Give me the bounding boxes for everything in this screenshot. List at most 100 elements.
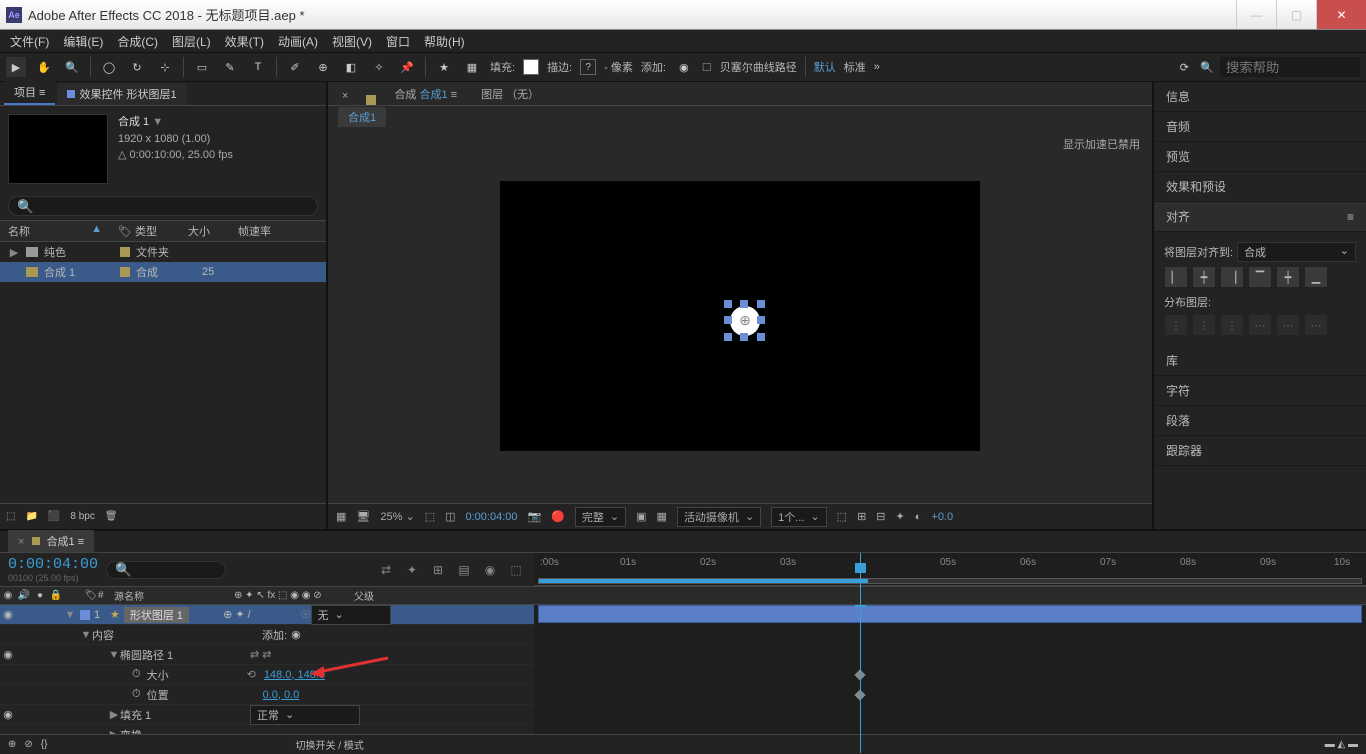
menu-file[interactable]: 文件(F)	[4, 31, 55, 52]
stroke-width[interactable]: - 像素	[604, 59, 633, 75]
new-comp-icon[interactable]: ⬛	[48, 511, 60, 522]
solo-col-icon[interactable]: ●	[32, 590, 48, 601]
tl-icon-6[interactable]: ⬚	[506, 560, 526, 580]
new-folder-icon[interactable]: 📁	[25, 511, 37, 522]
timeline-tab-comp1[interactable]: × 合成1 ≡	[8, 530, 94, 552]
composition-view[interactable]: ⊕	[500, 181, 980, 451]
tl-icon-3[interactable]: ⊞	[428, 560, 448, 580]
menu-help[interactable]: 帮助(H)	[418, 31, 471, 52]
view2-icon[interactable]: ⊞	[857, 510, 866, 523]
workspace-standard[interactable]: 标准	[844, 59, 866, 75]
view3-icon[interactable]: ⊟	[876, 510, 885, 523]
grid-icon[interactable]: ▦	[462, 57, 482, 77]
tl-footer-icon2[interactable]: ⊘	[24, 739, 32, 750]
lock-col-icon[interactable]: 🔒	[48, 590, 64, 601]
stopwatch-pos-icon[interactable]: ⏱	[132, 688, 141, 701]
view4-icon[interactable]: ✦	[896, 510, 905, 523]
bpc-toggle[interactable]: 8 bpc	[70, 511, 94, 522]
timecode-display[interactable]: 0:00:04:00	[466, 511, 518, 523]
speaker-col-icon[interactable]: 🔊	[16, 590, 32, 601]
viewer-tab-x[interactable]: ×	[336, 87, 354, 105]
panel-align[interactable]: 对齐≡	[1154, 202, 1366, 232]
pen-tool-icon[interactable]: ✎	[220, 57, 240, 77]
parent-dropdown[interactable]: 无⌄	[311, 605, 391, 625]
puppet-tool-icon[interactable]: 📌	[397, 57, 417, 77]
layer-bar-shape1[interactable]	[538, 605, 1362, 623]
align-right-icon[interactable]: ▕	[1220, 266, 1244, 288]
hand-tool-icon[interactable]: ✋	[34, 57, 54, 77]
rotate-tool-icon[interactable]: ↻	[127, 57, 147, 77]
fill-swatch[interactable]	[523, 59, 539, 75]
menu-view[interactable]: 视图(V)	[326, 31, 378, 52]
clone-tool-icon[interactable]: ⊕	[313, 57, 333, 77]
resolution-dropdown[interactable]: 完整⌄	[575, 507, 626, 527]
tab-effect-controls[interactable]: 效果控件 形状图层1	[57, 83, 186, 105]
time-ruler[interactable]: :00s 01s 02s 03s 05s 06s 07s 08s 09s 10s	[534, 553, 1366, 586]
current-timecode[interactable]: 0:00:04:00	[8, 556, 98, 573]
timeline-tracks[interactable]	[534, 605, 1366, 734]
tl-icon-2[interactable]: ✦	[402, 560, 422, 580]
eye-icon[interactable]: ◉	[0, 608, 16, 621]
exposure-value[interactable]: +0.0	[931, 511, 953, 523]
tl-icon-5[interactable]: ◉	[480, 560, 500, 580]
zoom-tool-icon[interactable]: 🔍	[62, 57, 82, 77]
zoom-dropdown[interactable]: 25% ⌄	[380, 510, 414, 523]
panel-paragraph[interactable]: 段落	[1154, 406, 1366, 436]
prop-fill[interactable]: ◉▶ 填充 1 正常⌄	[0, 705, 534, 725]
panel-preview[interactable]: 预览	[1154, 142, 1366, 172]
display-icon[interactable]: 🖥	[356, 510, 370, 523]
twirl-layer[interactable]: ▼	[64, 609, 76, 621]
toggle-switches[interactable]: 切换开关 / 模式	[295, 737, 363, 752]
close-button[interactable]: ✕	[1316, 0, 1366, 29]
menu-layer[interactable]: 图层(L)	[166, 31, 217, 52]
tl-footer-icon1[interactable]: ⊕	[8, 739, 16, 750]
transparency-icon[interactable]: ▦	[657, 510, 667, 523]
camera-dropdown[interactable]: 活动摄像机⌄	[677, 507, 761, 527]
align-to-dropdown[interactable]: 合成⌄	[1237, 242, 1356, 262]
comp-thumbnail[interactable]	[8, 114, 108, 184]
prop-position[interactable]: ⏱ 位置 0.0, 0.0	[0, 685, 534, 705]
views-dropdown[interactable]: 1个...⌄	[771, 507, 827, 527]
menu-composition[interactable]: 合成(C)	[111, 31, 164, 52]
channel-icon[interactable]: 🔴	[551, 510, 565, 523]
viewer-tab-layer[interactable]: 图层 （无）	[475, 83, 545, 105]
menu-window[interactable]: 窗口	[380, 31, 416, 52]
position-value[interactable]: 0.0, 0.0	[263, 689, 300, 701]
timeline-search-input[interactable]	[106, 561, 226, 579]
orbit-tool-icon[interactable]: ◯	[99, 57, 119, 77]
star-icon[interactable]: ★	[434, 57, 454, 77]
prop-ellipse-path[interactable]: ◉▼ 椭圆路径 1 ⇄ ⇄	[0, 645, 534, 665]
stopwatch-size-icon[interactable]: ⏱	[132, 668, 141, 681]
exposure-reset-icon[interactable]: ◐	[915, 511, 922, 523]
eye-col-icon[interactable]: ◉	[0, 590, 16, 601]
tab-project[interactable]: 项目 ≡	[4, 81, 55, 105]
bezier-checkbox-label[interactable]: 贝塞尔曲线路径	[720, 59, 797, 75]
stroke-swatch[interactable]: ?	[580, 59, 596, 75]
prop-transform[interactable]: ▶ 变换	[0, 725, 534, 734]
grid-toggle-icon[interactable]: ◫	[445, 510, 455, 523]
panel-effects-presets[interactable]: 效果和预设	[1154, 172, 1366, 202]
selection-tool-icon[interactable]: ▶	[6, 57, 26, 77]
view1-icon[interactable]: ⬚	[837, 510, 847, 523]
size-value[interactable]: 148.0, 148.0	[264, 669, 325, 681]
brush-tool-icon[interactable]: ✐	[285, 57, 305, 77]
menu-animation[interactable]: 动画(A)	[272, 31, 324, 52]
search-help-input[interactable]	[1220, 57, 1360, 77]
align-top-icon[interactable]: ▔	[1248, 266, 1272, 288]
interpret-icon[interactable]: ⬚	[6, 511, 15, 522]
workspace-default[interactable]: 默认	[814, 59, 836, 75]
rect-tool-icon[interactable]: ▭	[192, 57, 212, 77]
layer-name[interactable]: 形状图层 1	[124, 607, 189, 623]
viewer-subtab-comp1[interactable]: 合成1	[338, 107, 386, 127]
project-item-comp1[interactable]: 合成 1 合成 25	[0, 262, 326, 282]
roi-icon[interactable]: ▣	[636, 510, 646, 523]
tl-icon-4[interactable]: ▤	[454, 560, 474, 580]
mask-icon[interactable]: ▦	[336, 510, 346, 523]
align-hcenter-icon[interactable]: ┿	[1192, 266, 1216, 288]
panel-info[interactable]: 信息	[1154, 82, 1366, 112]
delete-icon[interactable]: 🗑	[105, 511, 118, 522]
align-bottom-icon[interactable]: ▁	[1304, 266, 1328, 288]
maximize-button[interactable]: ▢	[1276, 0, 1316, 29]
eraser-tool-icon[interactable]: ◧	[341, 57, 361, 77]
align-left-icon[interactable]: ▏	[1164, 266, 1188, 288]
